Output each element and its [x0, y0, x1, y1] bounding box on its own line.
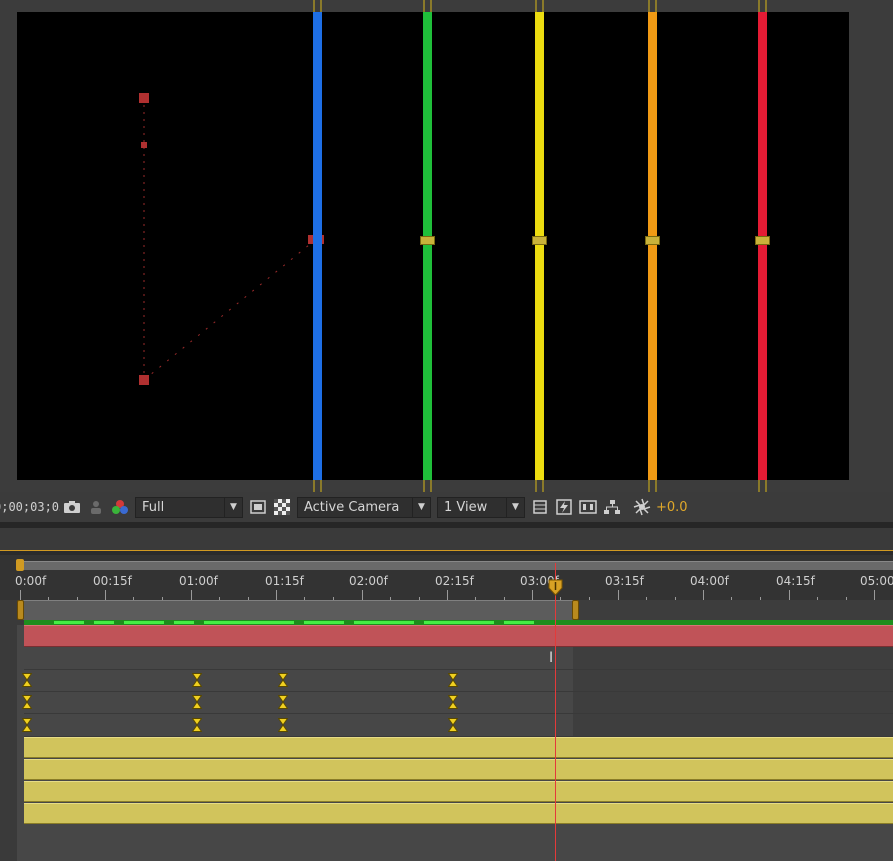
layer-anchor-point[interactable]	[645, 236, 660, 245]
keyframe-icon[interactable]	[448, 673, 458, 687]
layer-bar-handle-bottom	[423, 480, 432, 492]
region-of-interest-icon[interactable]	[246, 497, 270, 517]
transparency-grid-icon[interactable]	[270, 497, 294, 517]
layer-bar-handle-top	[758, 0, 767, 12]
toggle-pixel-aspect-icon[interactable]	[528, 497, 552, 517]
layer-duration-bar-yellow[interactable]	[24, 781, 893, 802]
keyframe-icon[interactable]	[278, 695, 288, 709]
ruler-tick-label: 03:15f	[605, 574, 644, 588]
comp-flowchart-icon[interactable]	[600, 497, 624, 517]
layer-duration-bar-red[interactable]	[24, 625, 893, 647]
keyframe-icon[interactable]	[448, 695, 458, 709]
time-navigator-start-handle[interactable]	[16, 559, 24, 571]
layer-bar-handle-bottom	[313, 480, 322, 492]
snapshot-icon[interactable]	[60, 497, 84, 517]
ruler-tick-label: 02:15f	[435, 574, 474, 588]
row-divider	[24, 691, 893, 692]
motion-path-keyframe[interactable]	[139, 93, 149, 103]
empty-track-area	[24, 824, 893, 861]
fast-previews-icon[interactable]	[552, 497, 576, 517]
layer-anchor-point[interactable]	[420, 236, 435, 245]
layer-anchor-point[interactable]	[532, 236, 547, 245]
layer-bar-handle-bottom	[758, 480, 767, 492]
cache-segment	[504, 621, 534, 624]
layer-bar-handle-top	[648, 0, 657, 12]
layer-bar-handle-bottom	[648, 480, 657, 492]
work-area-bar[interactable]	[18, 600, 578, 620]
resolution-dropdown[interactable]: Full ▼	[135, 496, 243, 518]
cache-segment	[304, 621, 344, 624]
ruler-tick-label: 05:00f	[860, 574, 893, 588]
keyframe-icon[interactable]	[192, 673, 202, 687]
layer-bar-handle-top	[423, 0, 432, 12]
timeline-left-gutter	[0, 625, 17, 861]
row-divider	[24, 669, 893, 670]
red-layer-bar[interactable]	[758, 12, 767, 480]
row-divider	[24, 713, 893, 714]
layer-bar-handle-top	[313, 0, 322, 12]
color-channels-icon[interactable]	[108, 497, 132, 517]
keyframe-icon[interactable]	[192, 718, 202, 732]
work-area-end-handle[interactable]	[572, 600, 579, 620]
work-area-outside	[578, 600, 893, 620]
view-layout-dropdown[interactable]: 1 View ▼	[437, 496, 525, 518]
current-time-indicator-head[interactable]	[548, 579, 563, 596]
work-area-start-handle[interactable]	[17, 600, 24, 620]
cache-segment	[424, 621, 494, 624]
show-snapshot-icon[interactable]	[84, 497, 108, 517]
layer-anchor-point[interactable]	[755, 236, 770, 245]
keyframe-icon[interactable]	[22, 718, 32, 732]
motion-path-keyframe[interactable]	[141, 142, 147, 148]
reset-exposure-icon[interactable]	[630, 497, 654, 517]
motion-path-keyframe[interactable]	[139, 375, 149, 385]
yellow-layer-bar[interactable]	[535, 12, 544, 480]
chevron-down-icon: ▼	[412, 497, 430, 517]
layer-bar-handle-top	[535, 0, 544, 12]
ruler-tick-label: 0:00f	[15, 574, 47, 588]
keyframe-icon[interactable]	[192, 695, 202, 709]
ruler-tick-label: 04:15f	[776, 574, 815, 588]
blue-layer-bar[interactable]	[313, 12, 322, 480]
chevron-down-icon: ▼	[224, 497, 242, 517]
orange-layer-bar[interactable]	[648, 12, 657, 480]
composition-canvas[interactable]	[17, 0, 849, 492]
keyframe-icon[interactable]	[22, 695, 32, 709]
green-layer-bar[interactable]	[423, 12, 432, 480]
cache-segment	[124, 621, 164, 624]
time-navigator-bar[interactable]	[18, 561, 893, 570]
layer-duration-bar-yellow[interactable]	[24, 803, 893, 824]
layer-duration-bar-yellow[interactable]	[24, 737, 893, 758]
cache-segment	[354, 621, 414, 624]
viewer-toolbar: 0;00;03;03 Full▼ Active Camera▼ 1 View▼	[0, 492, 893, 522]
timeline-toggle-icon[interactable]	[576, 497, 600, 517]
current-time-display[interactable]: 0;00;03;03	[0, 500, 60, 514]
current-time-indicator-line[interactable]	[555, 563, 556, 861]
keyframe-icon[interactable]	[448, 718, 458, 732]
keyframe-icon[interactable]	[278, 718, 288, 732]
chevron-down-icon: ▼	[506, 497, 524, 517]
ruler-tick-label: 01:15f	[265, 574, 304, 588]
ruler-tick-label: 01:00f	[179, 574, 218, 588]
post-playhead-region	[573, 647, 893, 737]
cache-segment	[94, 621, 114, 624]
exposure-value[interactable]: +0.0	[656, 500, 688, 515]
cache-segment	[54, 621, 84, 624]
cache-segment	[174, 621, 194, 624]
text-cursor-icon: I	[549, 650, 554, 666]
ruler-tick-label: 04:00f	[690, 574, 729, 588]
layer-bar-handle-bottom	[535, 480, 544, 492]
ruler-tick-label: 00:15f	[93, 574, 132, 588]
motion-path[interactable]	[17, 12, 849, 480]
cache-segment	[204, 621, 294, 624]
timeline-header	[0, 528, 893, 550]
keyframe-icon[interactable]	[22, 673, 32, 687]
ruler-tick-label: 02:00f	[349, 574, 388, 588]
keyframe-icon[interactable]	[278, 673, 288, 687]
camera-dropdown[interactable]: Active Camera ▼	[297, 496, 431, 518]
layer-duration-bar-yellow[interactable]	[24, 759, 893, 780]
